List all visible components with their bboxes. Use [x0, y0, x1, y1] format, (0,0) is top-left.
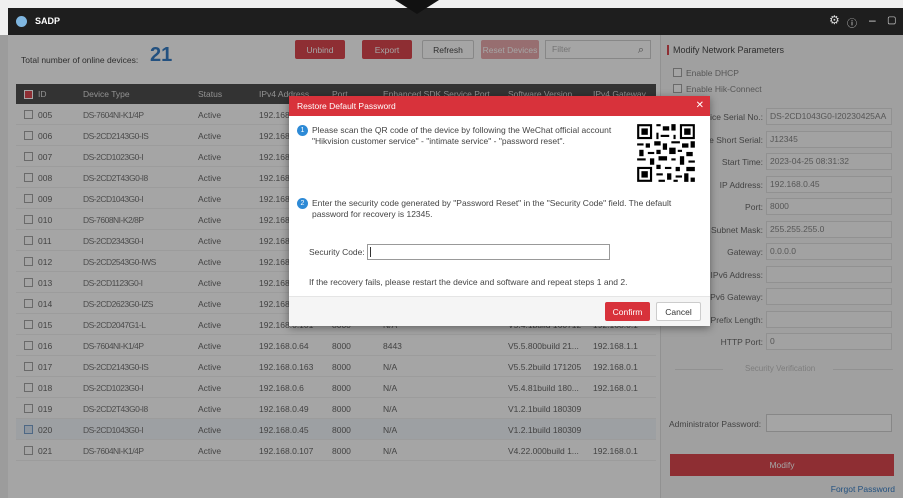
app-title: SADP: [35, 16, 61, 26]
title-bar: SADP ⚙ ⓘ – ▢: [8, 8, 903, 35]
screen-notch: [395, 0, 439, 14]
step-2-text: Enter the security code generated by "Pa…: [312, 198, 672, 219]
dialog-footer: Confirm Cancel: [289, 296, 710, 326]
sadp-logo-icon: [16, 16, 27, 27]
confirm-button[interactable]: Confirm: [605, 302, 650, 321]
restore-password-dialog: Restore Default Password ✕ 1 Please scan…: [289, 96, 710, 326]
cancel-button[interactable]: Cancel: [656, 302, 701, 321]
dialog-title-bar: Restore Default Password ✕: [289, 96, 710, 116]
info-icon[interactable]: ⓘ: [847, 15, 857, 30]
step-1-badge: 1: [297, 125, 308, 136]
step-1-text: Please scan the QR code of the device by…: [312, 125, 612, 146]
dialog-title: Restore Default Password: [297, 101, 396, 111]
qr-code-image: [635, 122, 697, 184]
security-code-label: Security Code:: [309, 247, 365, 257]
minimize-icon[interactable]: –: [869, 13, 876, 27]
recovery-note: If the recovery fails, please restart th…: [309, 277, 628, 287]
step-2-badge: 2: [297, 198, 308, 209]
security-code-input[interactable]: [367, 244, 610, 260]
gear-icon[interactable]: ⚙: [829, 13, 840, 27]
text-caret: [370, 247, 371, 257]
sadp-window: SADP ⚙ ⓘ – ▢ Total number of online devi…: [0, 0, 903, 498]
maximize-icon[interactable]: ▢: [887, 15, 896, 26]
close-icon[interactable]: ✕: [696, 96, 704, 116]
